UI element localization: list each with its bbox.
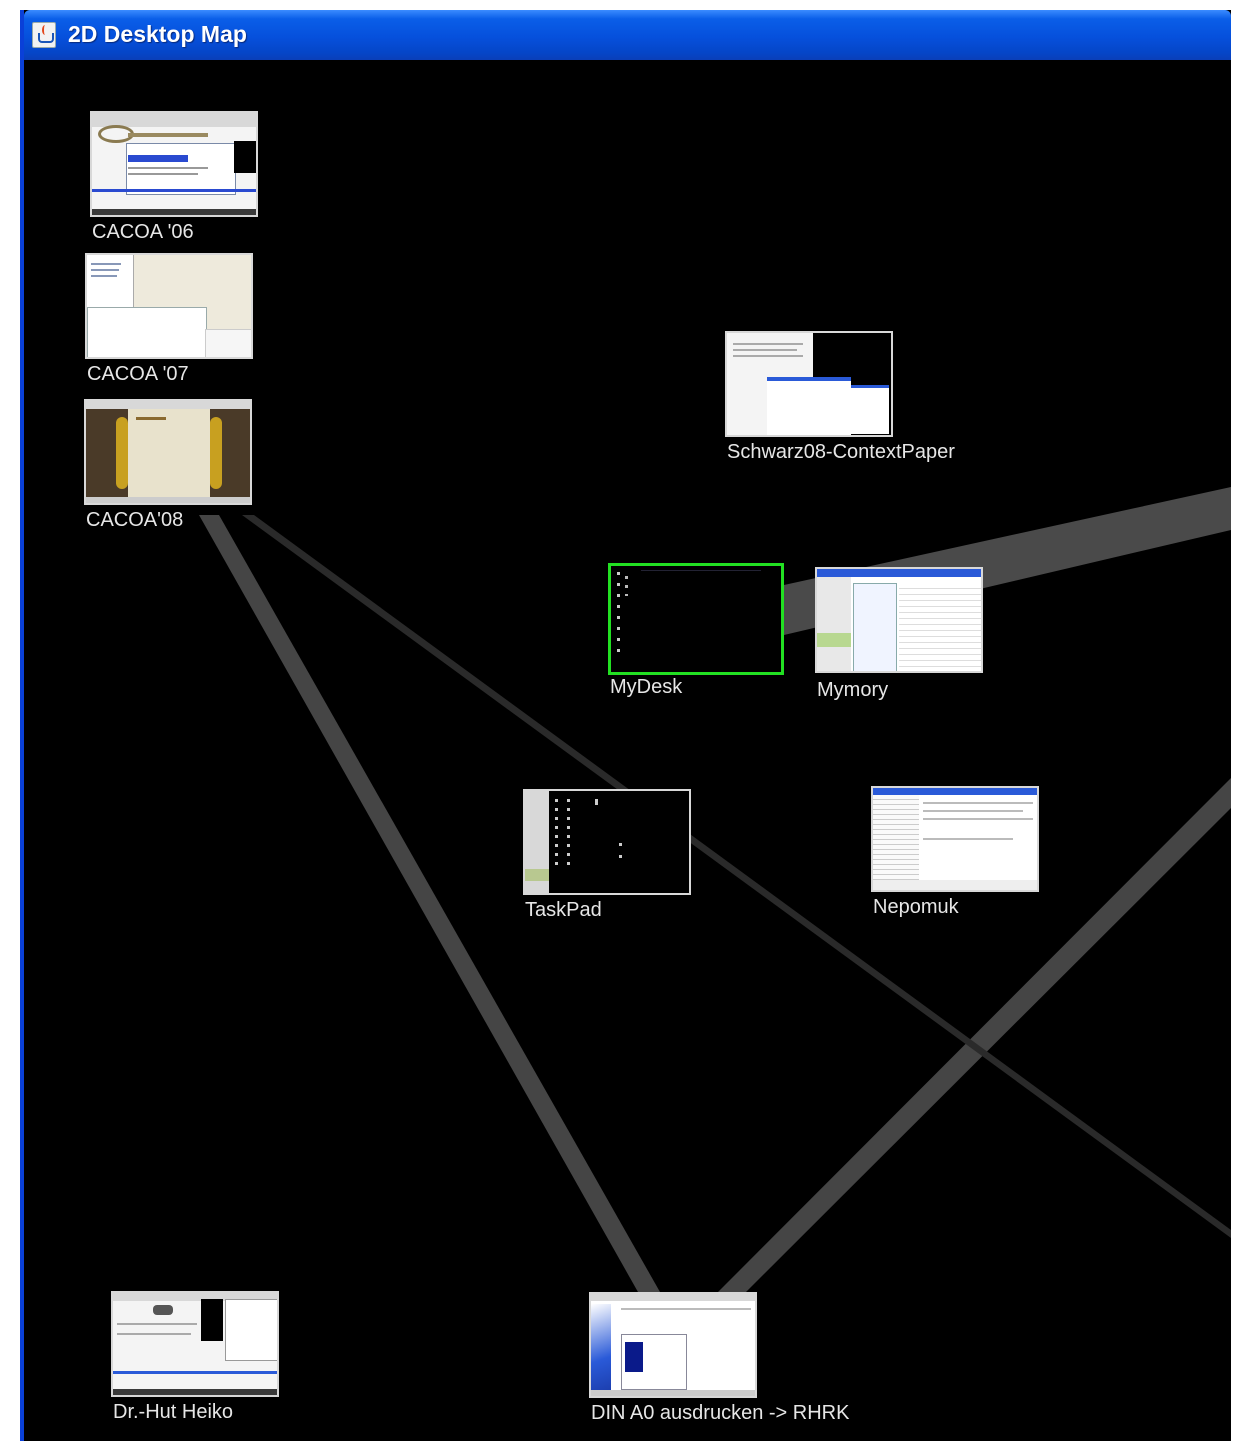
window-thumbnail[interactable]	[871, 786, 1039, 892]
java-cup-icon	[32, 22, 56, 48]
window-thumbnail[interactable]	[84, 399, 252, 505]
node-label: MyDesk	[610, 676, 683, 698]
node-label: TaskPad	[525, 899, 602, 921]
node-label: Dr.-Hut Heiko	[113, 1401, 234, 1423]
window-title: 2D Desktop Map	[68, 21, 247, 47]
window-thumbnail[interactable]	[90, 111, 258, 217]
window-thumbnail-selected[interactable]	[608, 563, 784, 675]
window-thumbnail[interactable]	[815, 567, 983, 673]
window-thumbnail[interactable]	[85, 253, 253, 359]
desktop-map-window: 2D Desktop Map CACOA '06 CACOA '07 CACOA…	[20, 10, 1231, 1441]
node-label: CACOA'08	[86, 509, 184, 531]
window-thumbnail[interactable]	[523, 789, 691, 895]
node-label: Schwarz08-ContextPaper	[727, 441, 955, 463]
node-label: DIN A0 ausdrucken -> RHRK	[591, 1402, 850, 1424]
node-label: Nepomuk	[873, 896, 959, 918]
map-canvas[interactable]: CACOA '06 CACOA '07 CACOA'08 Schwarz08-C…	[24, 60, 1231, 1441]
node-label: CACOA '06	[92, 221, 194, 243]
node-label: CACOA '07	[87, 363, 189, 385]
node-label: Mymory	[817, 679, 889, 701]
window-thumbnail[interactable]	[589, 1292, 757, 1398]
title-bar[interactable]: 2D Desktop Map	[24, 10, 1231, 60]
window-thumbnail[interactable]	[111, 1291, 279, 1397]
window-thumbnail[interactable]	[725, 331, 893, 437]
